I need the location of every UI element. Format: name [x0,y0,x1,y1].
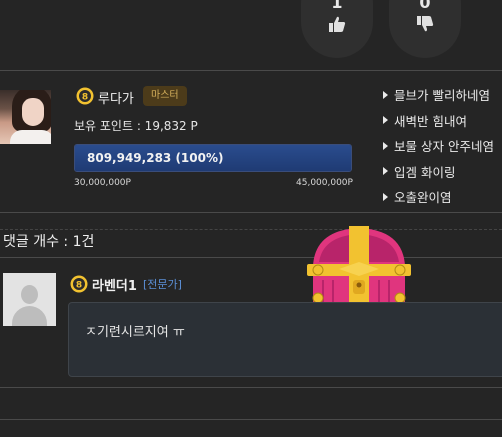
arrow-right-icon [383,90,388,99]
section-divider [0,257,502,258]
arrow-right-icon [383,141,388,150]
comment-text: ㅈ기련시르지여 ㅠ [85,325,185,340]
downvote-count: 0 [419,0,431,12]
thumbs-down-icon [417,16,434,32]
message-item[interactable]: 믈브가 빨리하네염 [383,82,494,108]
commenter-level: 8 [76,281,82,291]
arrow-right-icon [383,192,388,201]
section-divider [0,419,502,420]
progress-max-label: 45,000,000P [296,178,353,188]
section-divider [0,229,502,230]
comment-author[interactable]: 라벤더1 [92,275,137,294]
upvote-count: 1 [331,0,343,12]
commenter-avatar[interactable] [3,273,56,326]
profile-name[interactable]: 루다가 [98,88,134,107]
progress-text: 809,949,283 (100%) [87,151,224,165]
level-medal-icon: 8 [70,275,88,293]
arrow-right-icon [383,167,388,176]
author-tag: [전문가] [143,278,182,291]
profile-level: 8 [82,93,88,103]
message-item[interactable]: 새벽반 힘내여 [383,108,494,134]
thumbs-up-icon [329,16,346,32]
level-medal-icon: 8 [76,87,94,105]
section-divider [0,387,502,388]
arrow-right-icon [383,116,388,125]
rank-badge: 마스터 [143,86,187,106]
upvote-button[interactable]: 1 [301,0,373,58]
progress-min-label: 30,000,000P [74,178,131,188]
downvote-button[interactable]: 0 [389,0,461,58]
message-item[interactable]: 보물 상자 안주네염 [383,133,494,159]
points-balance: 보유 포인트 : 19,832 P [74,119,198,133]
comment-body: ㅈ기련시르지여 ㅠ [68,302,502,377]
profile-avatar[interactable] [0,90,51,144]
section-divider [0,212,502,213]
message-item[interactable]: 입겜 화이링 [383,159,494,185]
message-list: 믈브가 빨리하네염 새벽반 힘내여 보물 상자 안주네염 입겜 화이링 오출완이… [383,82,494,210]
comment-count: 댓글 개수 : 1건 [3,234,95,250]
message-item[interactable]: 오출완이염 [383,184,494,210]
level-progress-bar: 809,949,283 (100%) [74,144,352,172]
section-divider [0,70,502,71]
